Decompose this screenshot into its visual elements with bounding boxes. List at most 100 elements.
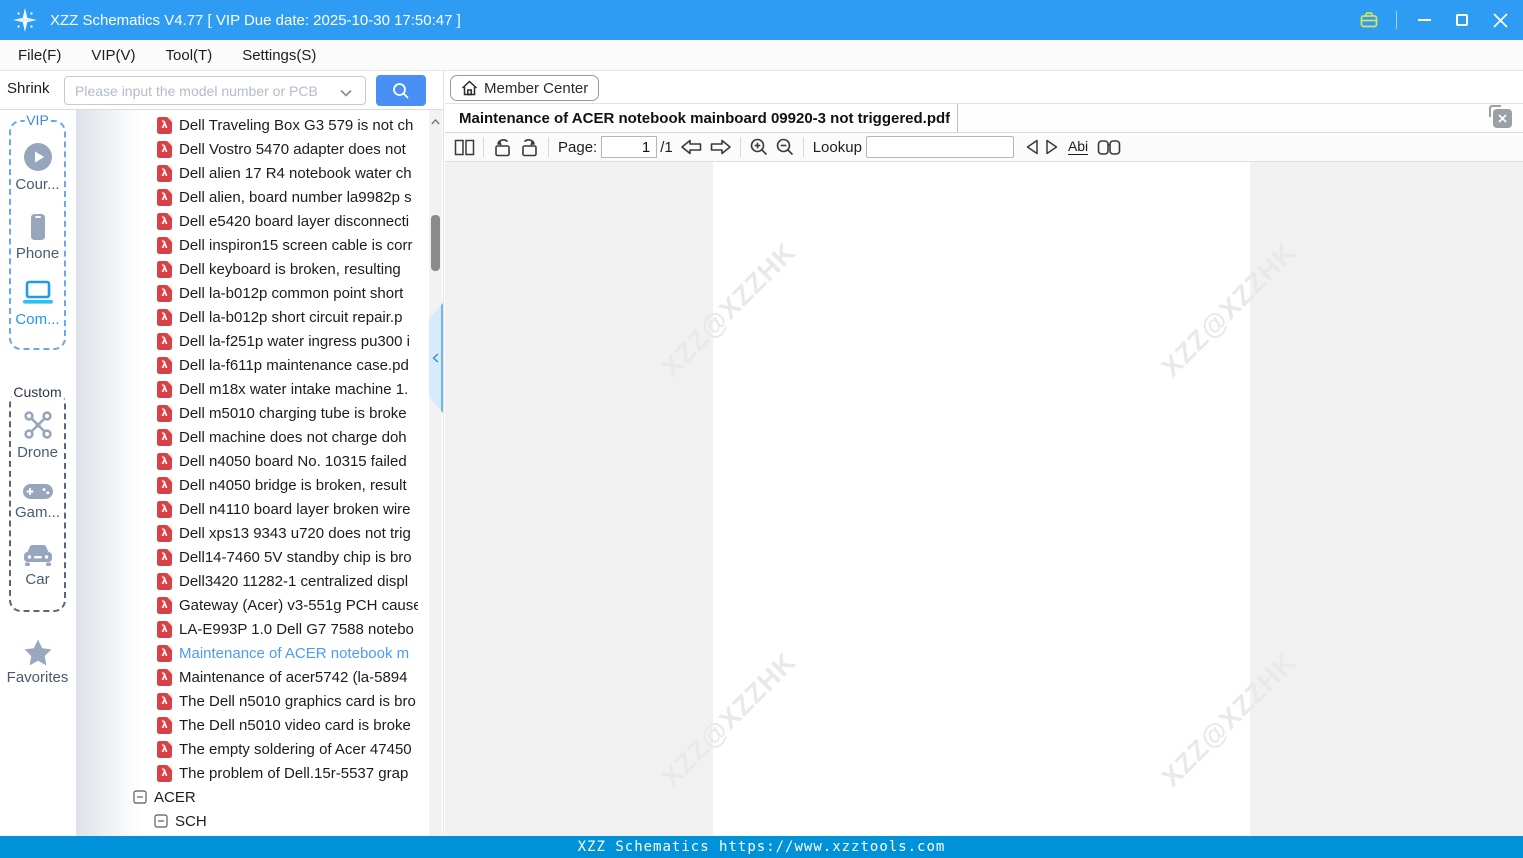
menu-vip[interactable]: VIP(V)	[91, 47, 135, 64]
title-bar: XZZ Schematics V4.77 [ VIP Due date: 202…	[0, 0, 1523, 40]
minimize-button[interactable]	[1413, 9, 1435, 31]
pdf-file-icon: λ	[157, 476, 172, 494]
pdf-file-icon: λ	[157, 500, 172, 518]
tree-file-item[interactable]: λ Dell alien, board number la9982p s	[0, 185, 418, 209]
tree-file-item[interactable]: λ The empty soldering of Acer 47450	[0, 737, 418, 761]
page-forward-icon[interactable]	[706, 135, 735, 159]
tree-file-item[interactable]: λ Dell la-f251p water ingress pu300 i	[0, 329, 418, 353]
tree-file-item[interactable]: λ Dell Traveling Box G3 579 is not ch	[0, 113, 418, 137]
scroll-up-icon[interactable]	[429, 112, 442, 130]
page-back-icon[interactable]	[677, 135, 706, 159]
find-previous-icon[interactable]	[1022, 135, 1042, 159]
pdf-file-icon: λ	[157, 716, 172, 734]
pdf-file-icon: λ	[157, 644, 172, 662]
left-panel: VIP Cour... Phone Com... Custom Drone Ga…	[0, 110, 444, 836]
pdf-file-icon: λ	[157, 332, 172, 350]
menu-settings[interactable]: Settings(S)	[242, 47, 316, 64]
member-center-button[interactable]: Member Center	[450, 75, 600, 101]
member-row: Member Center	[445, 71, 1523, 104]
tree-file-item[interactable]: λ Gateway (Acer) v3-551g PCH cause	[0, 593, 418, 617]
tree-file-item[interactable]: λ Dell n4050 board No. 10315 failed	[0, 449, 418, 473]
tree-file-item[interactable]: λ Dell xps13 9343 u720 does not trig	[0, 521, 418, 545]
find-next-icon[interactable]	[1042, 135, 1062, 159]
menu-bar: File(F) VIP(V) Tool(T) Settings(S)	[0, 40, 1523, 71]
tree-folder-node[interactable]: ACER	[0, 785, 418, 809]
close-button[interactable]	[1489, 9, 1511, 31]
status-text: XZZ Schematics https://www.xzztools.com	[577, 839, 946, 855]
tree-file-item[interactable]: λ Maintenance of ACER notebook m	[0, 641, 418, 665]
pdf-file-icon: λ	[157, 596, 172, 614]
tree-file-item[interactable]: λ LA-E993P 1.0 Dell G7 7588 notebo	[0, 617, 418, 641]
pdf-toolbar: Page: /1 Lookup Abi	[445, 133, 1523, 162]
collapse-node-icon[interactable]	[133, 790, 147, 804]
tree-file-item[interactable]: λ Dell Vostro 5470 adapter does not	[0, 137, 418, 161]
app-logo-icon	[10, 5, 40, 35]
shrink-button[interactable]: Shrink	[7, 80, 50, 97]
window-title: XZZ Schematics V4.77 [ VIP Due date: 202…	[50, 11, 461, 29]
pdf-file-icon: λ	[157, 620, 172, 638]
tree-file-item[interactable]: λ Dell14-7460 5V standby chip is bro	[0, 545, 418, 569]
briefcase-icon[interactable]	[1358, 9, 1380, 31]
chevron-down-icon[interactable]	[340, 84, 352, 102]
two-page-view-icon[interactable]	[451, 135, 478, 159]
tree-file-item[interactable]: λ Dell la-f611p maintenance case.pd	[0, 353, 418, 377]
tree-file-item[interactable]: λ The Dell n5010 graphics card is bro	[0, 689, 418, 713]
lookup-label: Lookup	[812, 138, 862, 156]
tree-file-item[interactable]: λ Dell la-b012p short circuit repair.p	[0, 305, 418, 329]
lookup-input[interactable]	[865, 136, 1014, 158]
match-case-icon[interactable]: Abi	[1067, 139, 1089, 155]
tree-file-item[interactable]: λ Maintenance of acer5742 (la-5894	[0, 665, 418, 689]
menu-tool[interactable]: Tool(T)	[166, 47, 213, 64]
pdf-file-icon: λ	[157, 404, 172, 422]
pdf-file-icon: λ	[157, 260, 172, 278]
page-label: Page:	[558, 138, 598, 156]
tree-file-item[interactable]: λ Dell n4050 bridge is broken, result	[0, 473, 418, 497]
maximize-button[interactable]	[1451, 9, 1473, 31]
scrollbar-thumb[interactable]	[431, 215, 440, 271]
pdf-file-icon: λ	[157, 428, 172, 446]
pdf-file-icon: λ	[157, 452, 172, 470]
file-tree: λ Dell Traveling Box G3 579 is not ch λ Del…	[0, 113, 418, 836]
zoom-in-icon[interactable]	[746, 135, 772, 159]
pdf-file-icon: λ	[157, 740, 172, 758]
tree-file-item[interactable]: λ Dell la-b012p common point short	[0, 281, 418, 305]
page-number-input[interactable]	[601, 136, 658, 158]
pdf-file-icon: λ	[157, 548, 172, 566]
search-button[interactable]	[376, 75, 426, 106]
menu-file[interactable]: File(F)	[18, 47, 61, 64]
tree-file-item[interactable]: λ Dell m18x water intake machine 1.	[0, 377, 418, 401]
pdf-file-icon: λ	[157, 212, 172, 230]
pdf-file-icon: λ	[157, 140, 172, 158]
tree-file-item[interactable]: λ Dell m5010 charging tube is broke	[0, 401, 418, 425]
page-total: /1	[660, 138, 673, 156]
tree-folder-node[interactable]: SCH	[0, 809, 418, 833]
pdf-viewer: XZZ@XZZHK XZZ@XZZHK XZZ@XZZHK XZZ@XZZHK	[445, 162, 1523, 836]
panel-collapse-handle[interactable]	[429, 303, 443, 413]
rotate-left-icon[interactable]	[489, 135, 516, 159]
titlebar-divider	[1396, 11, 1397, 29]
collapse-node-icon[interactable]	[154, 814, 168, 828]
tree-file-item[interactable]: λ The problem of Dell.15r-5537 grap	[0, 761, 418, 785]
tree-file-item[interactable]: λ Dell alien 17 R4 notebook water ch	[0, 161, 418, 185]
tree-file-item[interactable]: λ Dell n4110 board layer broken wire	[0, 497, 418, 521]
tree-scrollbar[interactable]	[429, 110, 442, 836]
pdf-document-tab[interactable]: Maintenance of ACER notebook mainboard 0…	[446, 104, 958, 132]
rotate-right-icon[interactable]	[516, 135, 543, 159]
pdf-file-icon: λ	[157, 116, 172, 134]
tree-file-item[interactable]: λ Dell e5420 board layer disconnecti	[0, 209, 418, 233]
tree-file-item[interactable]: λ Dell3420 11282-1 centralized displ	[0, 569, 418, 593]
search-header: Shrink	[0, 71, 444, 110]
home-icon	[461, 80, 478, 96]
highlight-all-icon[interactable]	[1094, 135, 1124, 159]
pdf-file-icon: λ	[157, 356, 172, 374]
pdf-file-icon: λ	[157, 188, 172, 206]
zoom-out-icon[interactable]	[772, 135, 798, 159]
tree-file-item[interactable]: λ Dell keyboard is broken, resulting	[0, 257, 418, 281]
pdf-file-icon: λ	[157, 236, 172, 254]
model-search-input[interactable]	[64, 76, 366, 105]
tree-file-item[interactable]: λ Dell machine does not charge doh	[0, 425, 418, 449]
tree-file-item[interactable]: λ The Dell n5010 video card is broke	[0, 713, 418, 737]
chevron-left-icon	[432, 353, 439, 363]
close-document-icon[interactable]	[1489, 105, 1512, 128]
tree-file-item[interactable]: λ Dell inspiron15 screen cable is corr	[0, 233, 418, 257]
